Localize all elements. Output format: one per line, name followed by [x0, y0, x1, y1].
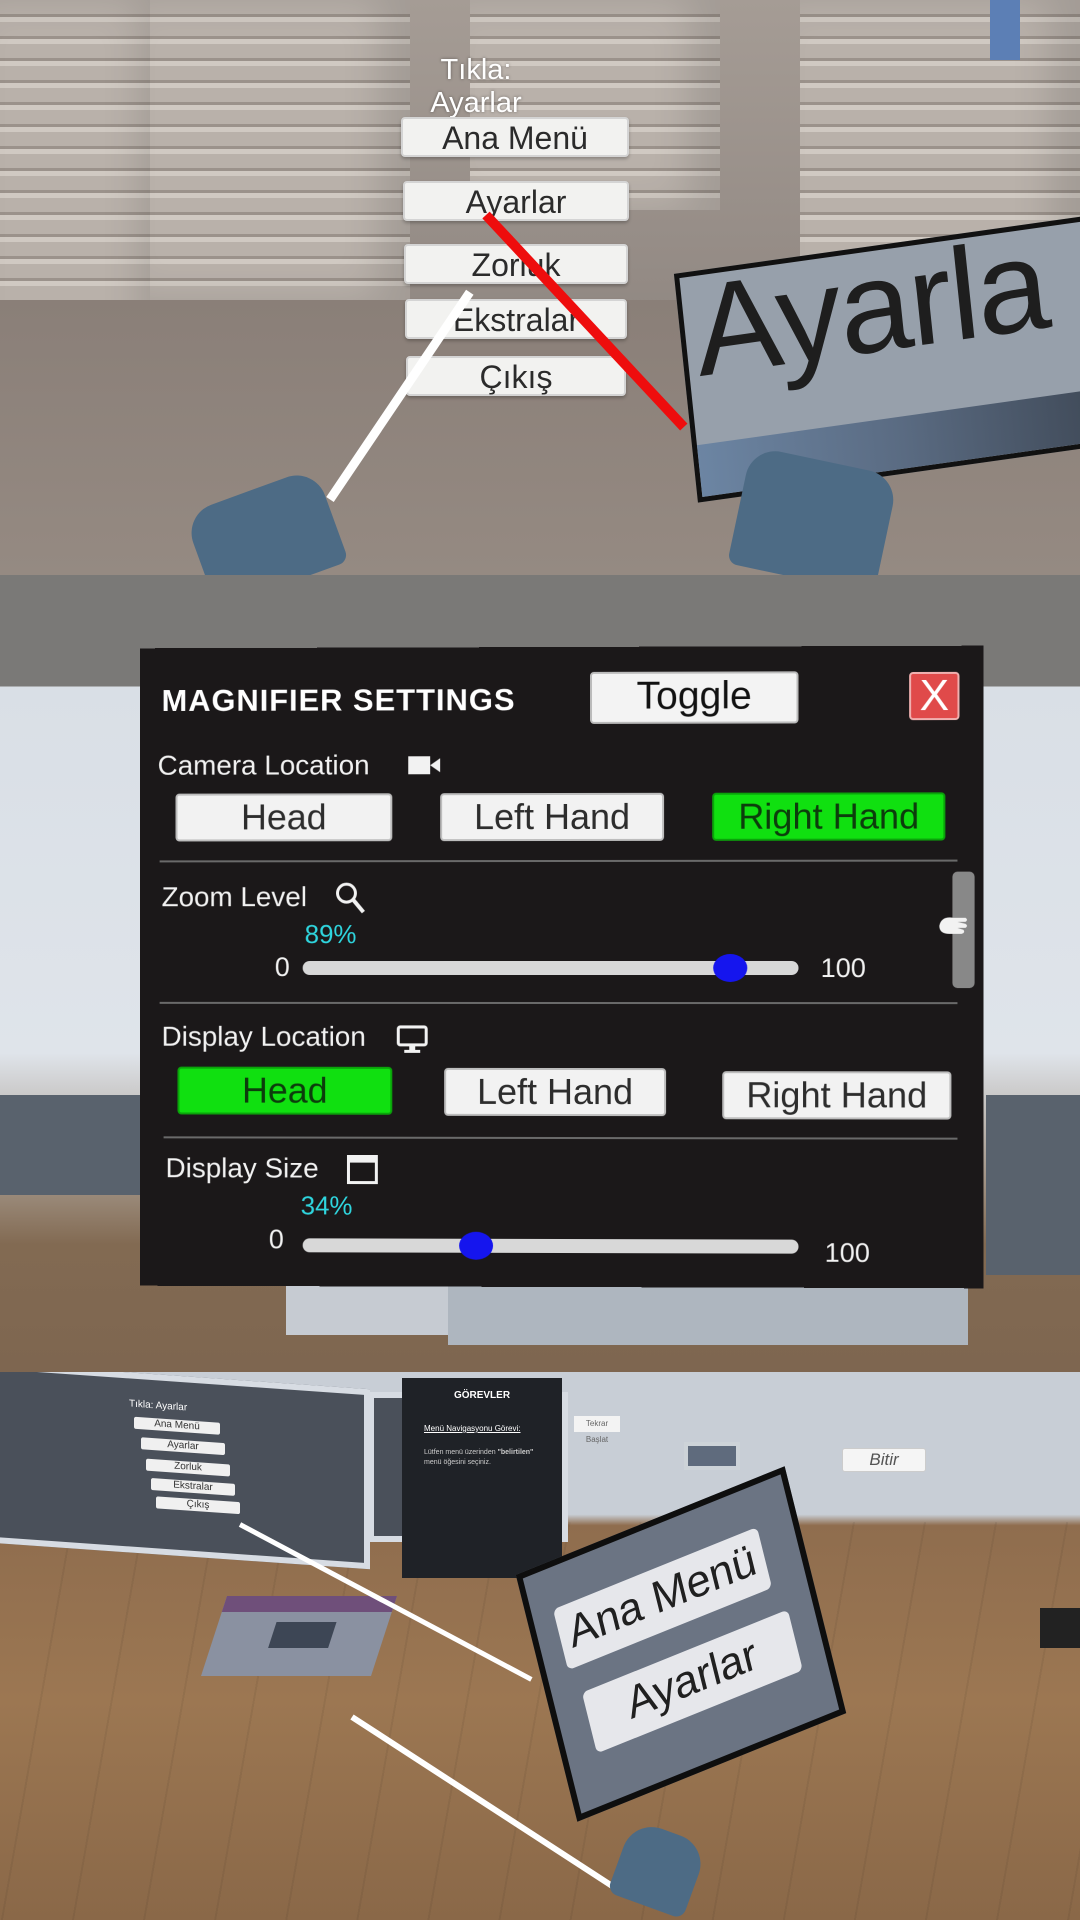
tasks-board: GÖREVLER Menü Navigasyonu Görevi: Lütfen…	[402, 1378, 562, 1578]
zoom-slider-handle[interactable]	[713, 953, 748, 983]
desk-edge	[1040, 1608, 1080, 1648]
room-scene: Tıkla: Ayarlar Ana Menü Ayarlar Zorluk E…	[0, 1372, 1080, 1920]
display-option-right-hand[interactable]: Right Hand	[722, 1071, 952, 1120]
mini-button-exit[interactable]: Çıkış	[156, 1496, 240, 1515]
camera-location-label: Camera Location	[157, 749, 370, 781]
room-block	[0, 1095, 150, 1195]
zoom-level-label: Zoom Level	[161, 881, 307, 913]
divider	[163, 1136, 958, 1140]
display-size-slider-handle[interactable]	[459, 1231, 494, 1260]
city-menu-scene: Tıkla: Ayarlar Ana Menü Ayarlar Zorluk E…	[0, 0, 1080, 575]
monitor-icon	[396, 1025, 428, 1053]
mini-menu-prompt: Tıkla: Ayarlar	[129, 1398, 188, 1414]
menu-button-exit[interactable]: Çıkış	[406, 356, 626, 396]
board-subtitle: Menü Navigasyonu Görevi:	[424, 1424, 521, 1433]
zoom-max: 100	[820, 952, 866, 984]
mini-button-difficulty[interactable]: Zorluk	[146, 1458, 230, 1477]
camera-option-head[interactable]: Head	[175, 793, 393, 842]
display-option-head[interactable]: Head	[177, 1066, 393, 1115]
room-block	[986, 1095, 1080, 1275]
floor-mat	[201, 1596, 397, 1676]
camera-option-left-hand[interactable]: Left Hand	[440, 792, 665, 842]
menu-prompt: Tıkla: Ayarlar	[430, 54, 522, 119]
divider	[159, 859, 958, 863]
divider	[159, 1001, 958, 1005]
city-window: Tıkla: Ayarlar Ana Menü Ayarlar Zorluk E…	[0, 1372, 370, 1570]
display-size-slider[interactable]	[302, 1231, 799, 1260]
mini-button-settings[interactable]: Ayarlar	[141, 1437, 225, 1456]
sky-gap	[990, 0, 1020, 60]
window-icon	[346, 1155, 378, 1185]
zoom-min: 0	[274, 952, 290, 982]
building	[150, 0, 410, 300]
mini-button-extras[interactable]: Ekstralar	[151, 1477, 235, 1496]
board-title: GÖREVLER	[453, 1390, 511, 1401]
menu-button-settings[interactable]: Ayarlar	[403, 181, 629, 221]
settings-title: MAGNIFIER SETTINGS	[161, 682, 516, 718]
close-button[interactable]: X	[909, 671, 960, 721]
display-size-max: 100	[824, 1237, 870, 1268]
display-size-percent: 34%	[300, 1190, 353, 1221]
magnifier-settings-panel: MAGNIFIER SETTINGS Toggle X Camera Locat…	[139, 645, 984, 1289]
toggle-button[interactable]: Toggle	[590, 671, 799, 724]
display-size-min: 0	[268, 1224, 284, 1255]
display-option-left-hand[interactable]: Left Hand	[444, 1067, 667, 1117]
zoom-slider[interactable]	[302, 953, 799, 983]
grab-hand-icon	[939, 917, 968, 934]
settings-scene: MAGNIFIER SETTINGS Toggle X Camera Locat…	[0, 575, 1080, 1372]
video-camera-icon	[408, 756, 441, 775]
board-text: Lütfen menü üzerinden "belirtilen" menü …	[424, 1449, 534, 1466]
finish-button[interactable]: Bitir	[842, 1448, 926, 1472]
restart-button[interactable]: Tekrar Başlat	[574, 1416, 620, 1444]
vr-screenshot: Tıkla: Ayarlar Ana Menü Ayarlar Zorluk E…	[0, 0, 1080, 1920]
menu-button-main[interactable]: Ana Menü	[401, 117, 629, 157]
magnifying-glass-icon	[335, 881, 367, 915]
wall-picture	[684, 1442, 740, 1470]
camera-option-right-hand[interactable]: Right Hand	[712, 792, 946, 841]
mini-button-main[interactable]: Ana Menü	[134, 1416, 220, 1435]
display-size-label: Display Size	[165, 1152, 319, 1184]
display-location-label: Display Location	[161, 1020, 366, 1052]
zoom-percent: 89%	[304, 919, 357, 950]
